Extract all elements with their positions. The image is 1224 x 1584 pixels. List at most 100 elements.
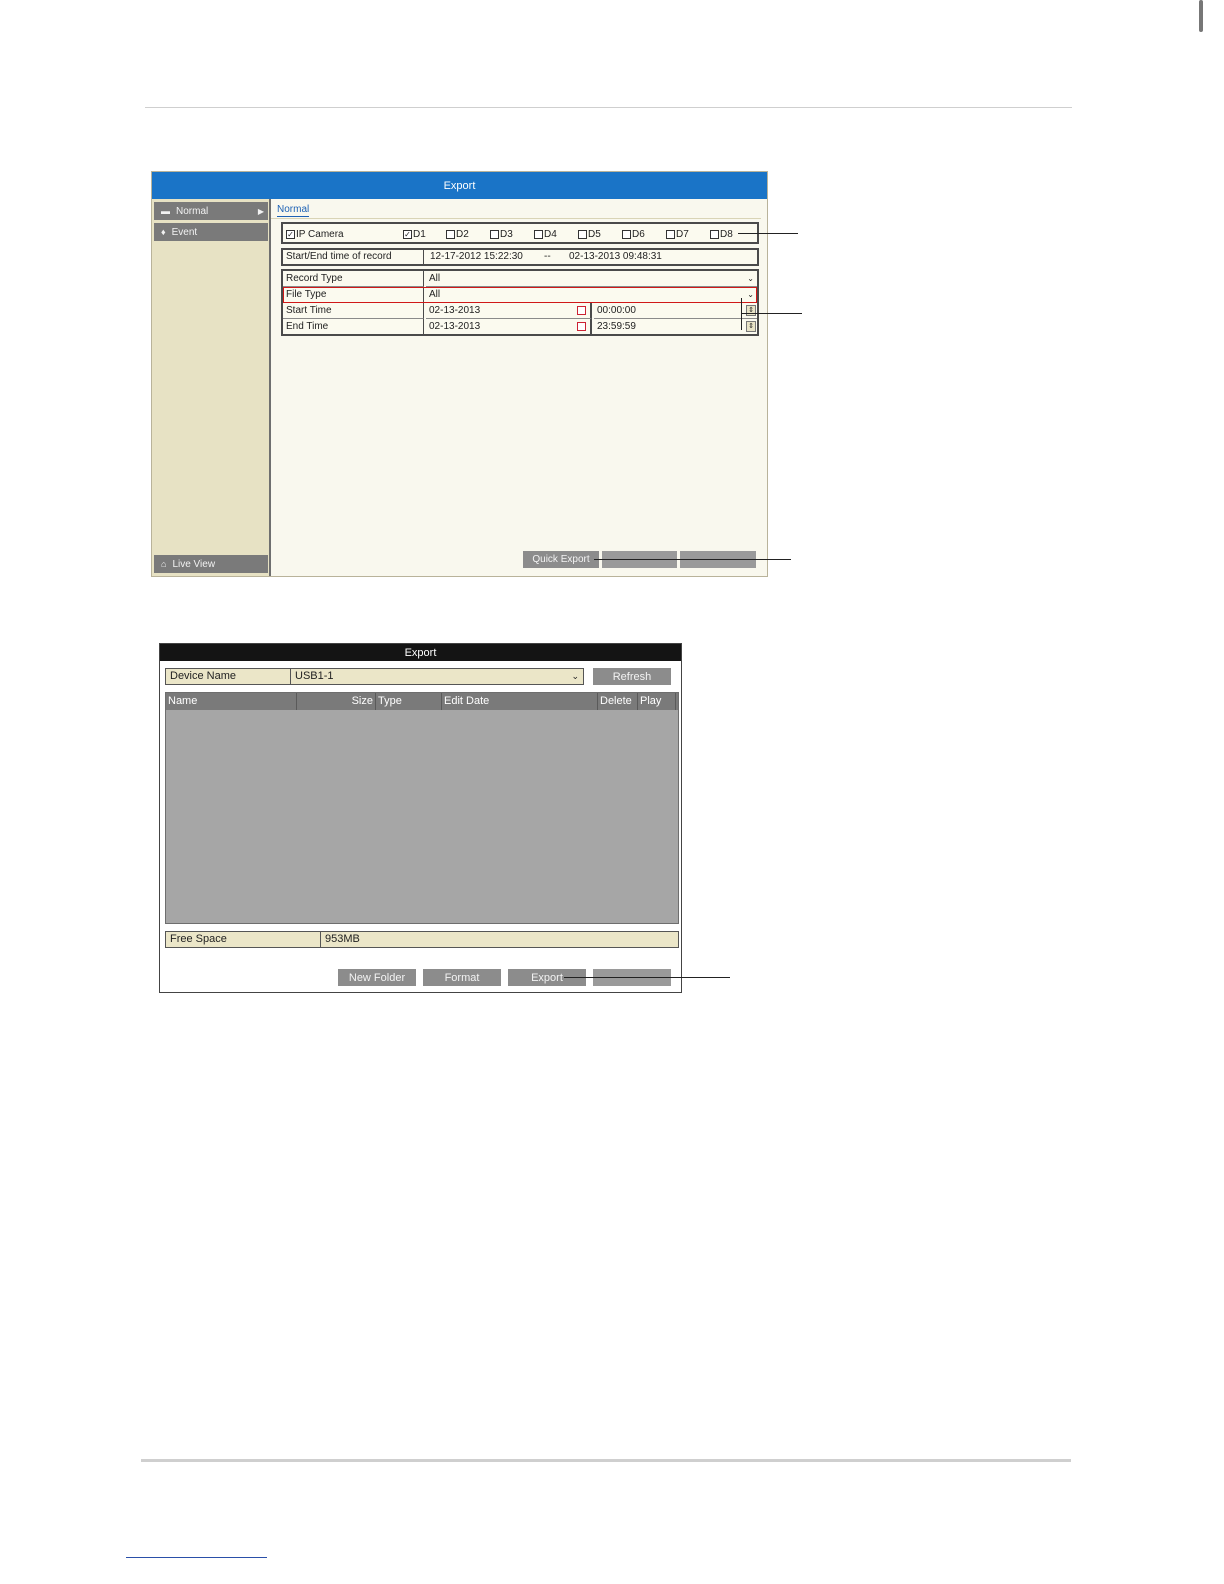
tab-normal[interactable]: Normal xyxy=(277,204,310,217)
checkbox-label: D5 xyxy=(588,229,601,240)
callout-bracket xyxy=(741,298,742,330)
channel-d8-checkbox[interactable]: D8 xyxy=(710,229,733,240)
refresh-button[interactable]: Refresh xyxy=(593,668,671,685)
filter-form: Record Type All ⌄ File Type All ⌄ Start … xyxy=(281,269,759,336)
main-panel: Normal ✓ IP Camera ✓ D1 D2 D3 D4 D5 D6 D… xyxy=(271,199,767,576)
checkbox-checked-icon: ✓ xyxy=(403,230,412,239)
checkbox-label: D1 xyxy=(413,229,426,240)
record-range-group: Start/End time of record 12-17-2012 15:2… xyxy=(281,248,759,266)
record-range-label: Start/End time of record xyxy=(283,250,424,264)
record-type-select[interactable]: All ⌄ xyxy=(426,271,757,287)
header-rule xyxy=(145,107,1072,108)
device-name-select[interactable]: USB1-1 ⌄ xyxy=(290,668,584,685)
footer-rule xyxy=(141,1459,1071,1462)
table-header: Name Size Type Edit Date Delete Play xyxy=(166,693,678,710)
time-spinner-icon[interactable]: ⇕ xyxy=(746,305,756,316)
export-device-dialog: Export Device Name USB1-1 ⌄ Refresh Name… xyxy=(159,643,682,993)
ip-camera-checkbox[interactable]: ✓ IP Camera xyxy=(286,229,344,240)
checkbox-empty-icon xyxy=(622,230,631,239)
time-spinner-icon[interactable]: ⇕ xyxy=(746,321,756,332)
column-name[interactable]: Name xyxy=(166,693,297,710)
checkbox-label: D3 xyxy=(500,229,513,240)
column-type[interactable]: Type xyxy=(376,693,442,710)
live-view-button[interactable]: ⌂ Live View xyxy=(154,555,268,573)
sidebar-item-event[interactable]: ♦ Event xyxy=(154,223,268,241)
new-folder-button[interactable]: New Folder xyxy=(338,969,416,986)
start-date-input[interactable]: 02-13-2013 xyxy=(426,303,592,319)
column-play[interactable]: Play xyxy=(638,693,676,710)
checkbox-checked-icon: ✓ xyxy=(286,230,295,239)
checkbox-empty-icon xyxy=(666,230,675,239)
channel-d3-checkbox[interactable]: D3 xyxy=(490,229,513,240)
start-time-label: Start Time xyxy=(283,303,424,319)
checkbox-empty-icon xyxy=(578,230,587,239)
free-space-label: Free Space xyxy=(165,931,321,948)
chevron-right-icon: ▶ xyxy=(257,206,264,216)
calendar-icon[interactable] xyxy=(577,306,586,315)
column-edit-date[interactable]: Edit Date xyxy=(442,693,598,710)
tab-divider xyxy=(271,218,761,219)
file-type-select[interactable]: All ⌄ xyxy=(426,287,757,303)
record-range-end: 02-13-2013 09:48:31 xyxy=(569,251,662,262)
end-time-input[interactable]: 23:59:59 ⇕ xyxy=(594,319,757,335)
checkbox-empty-icon xyxy=(710,230,719,239)
checkbox-label: D6 xyxy=(632,229,645,240)
end-time-value: 23:59:59 xyxy=(597,321,636,332)
channel-d6-checkbox[interactable]: D6 xyxy=(622,229,645,240)
checkbox-label: D4 xyxy=(544,229,557,240)
file-type-label: File Type xyxy=(283,287,424,303)
checkbox-label: D8 xyxy=(720,229,733,240)
camera-select-group: ✓ IP Camera ✓ D1 D2 D3 D4 D5 D6 D7 D8 xyxy=(281,222,759,244)
home-icon: ⌂ xyxy=(161,559,167,569)
callout-line xyxy=(594,559,791,560)
checkbox-label: IP Camera xyxy=(296,229,344,240)
device-name-label: Device Name xyxy=(165,668,291,685)
end-time-label: End Time xyxy=(283,319,424,335)
start-time-input[interactable]: 00:00:00 ⇕ xyxy=(594,303,757,319)
checkbox-empty-icon xyxy=(446,230,455,239)
record-range-start: 12-17-2012 15:22:30 xyxy=(430,251,523,262)
chevron-down-icon: ⌄ xyxy=(747,274,754,283)
chevron-down-icon: ⌄ xyxy=(571,671,579,681)
live-view-label: Live View xyxy=(172,558,216,570)
start-date-value: 02-13-2013 xyxy=(429,305,481,316)
folder-icon: ▬ xyxy=(161,206,170,216)
checkbox-empty-icon xyxy=(490,230,499,239)
calendar-icon[interactable] xyxy=(577,322,586,331)
chevron-down-icon: ⌄ xyxy=(747,290,754,299)
device-name-value: USB1-1 xyxy=(295,670,334,682)
channel-d4-checkbox[interactable]: D4 xyxy=(534,229,557,240)
callout-line xyxy=(738,233,798,234)
callout-line xyxy=(564,977,730,978)
column-delete[interactable]: Delete xyxy=(598,693,638,710)
record-type-value: All xyxy=(429,273,441,284)
sidebar-item-normal[interactable]: ▬ Normal ▶ xyxy=(154,202,268,220)
channel-d7-checkbox[interactable]: D7 xyxy=(666,229,689,240)
sidebar-item-label: Event xyxy=(171,226,198,238)
end-date-value: 02-13-2013 xyxy=(429,321,481,332)
event-icon: ♦ xyxy=(161,227,166,237)
sidebar: ▬ Normal ▶ ♦ Event ⌂ Live View xyxy=(152,199,271,576)
column-size[interactable]: Size xyxy=(297,693,376,710)
checkbox-label: D2 xyxy=(456,229,469,240)
checkbox-label: D7 xyxy=(676,229,689,240)
channel-d5-checkbox[interactable]: D5 xyxy=(578,229,601,240)
page-corner-mark xyxy=(1199,0,1203,32)
start-time-value: 00:00:00 xyxy=(597,305,636,316)
window-title: Export xyxy=(152,172,767,199)
callout-line xyxy=(741,313,802,314)
footer-link-underline[interactable] xyxy=(126,1557,267,1558)
record-type-label: Record Type xyxy=(283,271,424,287)
free-space-value: 953MB xyxy=(320,931,679,948)
file-table: Name Size Type Edit Date Delete Play xyxy=(165,692,679,924)
quick-export-button[interactable]: Quick Export xyxy=(523,551,599,568)
channel-d1-checkbox[interactable]: ✓ D1 xyxy=(403,229,426,240)
channel-d2-checkbox[interactable]: D2 xyxy=(446,229,469,240)
export-search-window: Export ▬ Normal ▶ ♦ Event ⌂ Live View No… xyxy=(151,171,768,577)
file-type-value: All xyxy=(429,289,441,300)
sidebar-item-label: Normal xyxy=(176,205,209,217)
record-range-separator: -- xyxy=(544,251,551,262)
end-date-input[interactable]: 02-13-2013 xyxy=(426,319,592,335)
checkbox-empty-icon xyxy=(534,230,543,239)
format-button[interactable]: Format xyxy=(423,969,501,986)
